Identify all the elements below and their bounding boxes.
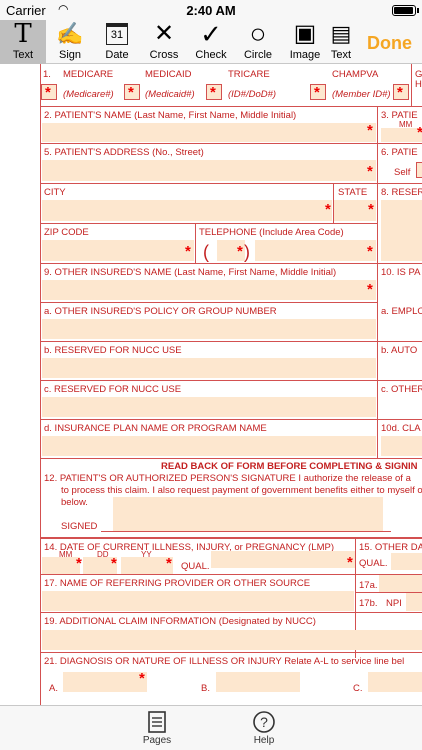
tab-help[interactable]: ? Help	[224, 709, 304, 746]
tool-check[interactable]: ✓ Check	[188, 20, 234, 64]
champva-checkbox[interactable]: *	[310, 84, 326, 100]
tool-image[interactable]: ▣ Image	[282, 20, 328, 64]
additional-claim-info-field[interactable]	[42, 630, 422, 650]
other-insured-policy-field[interactable]	[42, 319, 376, 339]
illness-date-month-field[interactable]	[42, 557, 80, 574]
signature-pen-icon: ✍	[56, 21, 84, 46]
diagnosis-a-field[interactable]	[63, 672, 147, 692]
city-field[interactable]	[42, 200, 332, 221]
other-date-field[interactable]	[391, 553, 422, 570]
reserved-nucc-field-9b[interactable]	[42, 358, 376, 378]
status-bar: Carrier ◠ 2:40 AM	[0, 0, 422, 20]
pages-icon	[117, 709, 197, 735]
zip-code-field[interactable]	[42, 240, 194, 261]
cross-icon: ✕	[153, 20, 175, 47]
reserved-nucc-field-8[interactable]	[381, 200, 422, 261]
relationship-self-checkbox[interactable]	[416, 162, 422, 178]
reserved-nucc-field-9c[interactable]	[42, 397, 376, 417]
done-button[interactable]: Done	[367, 33, 412, 54]
referring-provider-id-field[interactable]	[379, 575, 422, 592]
tricare-checkbox[interactable]: *	[206, 84, 222, 100]
other-insured-name-field[interactable]	[42, 280, 376, 300]
battery-icon	[392, 5, 416, 16]
calendar-icon: 31	[94, 20, 140, 48]
claim-form-canvas: 1. MEDICARE MEDICAID TRICARE CHAMPVA G H…	[0, 64, 422, 705]
tab-pages[interactable]: Pages	[117, 709, 197, 746]
tool-sign[interactable]: ✍ Sign	[47, 20, 93, 64]
referring-provider-npi-field[interactable]	[406, 593, 422, 611]
tool-cross[interactable]: ✕ Cross	[141, 20, 187, 64]
claim-codes-field[interactable]	[381, 436, 422, 456]
group-health-checkbox[interactable]: *	[393, 84, 409, 100]
diagnosis-b-field[interactable]	[216, 672, 300, 692]
medicaid-checkbox[interactable]: *	[124, 84, 140, 100]
illness-qualifier-field[interactable]	[211, 551, 355, 568]
tool-text[interactable]: T Text	[0, 20, 46, 64]
tool-circle[interactable]: ○ Circle	[235, 20, 281, 64]
bottom-tab-bar: Pages ? Help	[0, 705, 422, 750]
referring-provider-field[interactable]	[42, 591, 354, 611]
clock: 2:40 AM	[186, 3, 236, 18]
cms1500-form: 1. MEDICARE MEDICAID TRICARE CHAMPVA G H…	[40, 64, 422, 705]
help-icon: ?	[224, 709, 304, 735]
text-stamp-icon: ▤	[330, 21, 352, 46]
image-icon: ▣	[293, 20, 317, 47]
phone-number-field[interactable]	[255, 240, 376, 261]
tool-date[interactable]: 31 Date	[94, 20, 140, 64]
patient-birthdate-field[interactable]	[381, 128, 422, 142]
patient-name-field[interactable]	[42, 123, 376, 142]
insurance-plan-name-field[interactable]	[42, 436, 376, 456]
patient-address-field[interactable]	[42, 160, 376, 181]
text-icon: T	[14, 19, 32, 49]
checkmark-icon: ✓	[200, 19, 222, 49]
tool-text-stamp[interactable]: ▤ Text	[326, 20, 356, 64]
annotation-toolbar: T Text ✍ Sign 31 Date ✕ Cross ✓ Check ○ …	[0, 20, 422, 64]
diagnosis-c-field[interactable]	[368, 672, 422, 692]
medicare-checkbox[interactable]: *	[41, 84, 57, 100]
circle-icon: ○	[249, 18, 267, 49]
patient-signature-field[interactable]	[113, 497, 383, 531]
svg-text:?: ?	[260, 714, 268, 730]
